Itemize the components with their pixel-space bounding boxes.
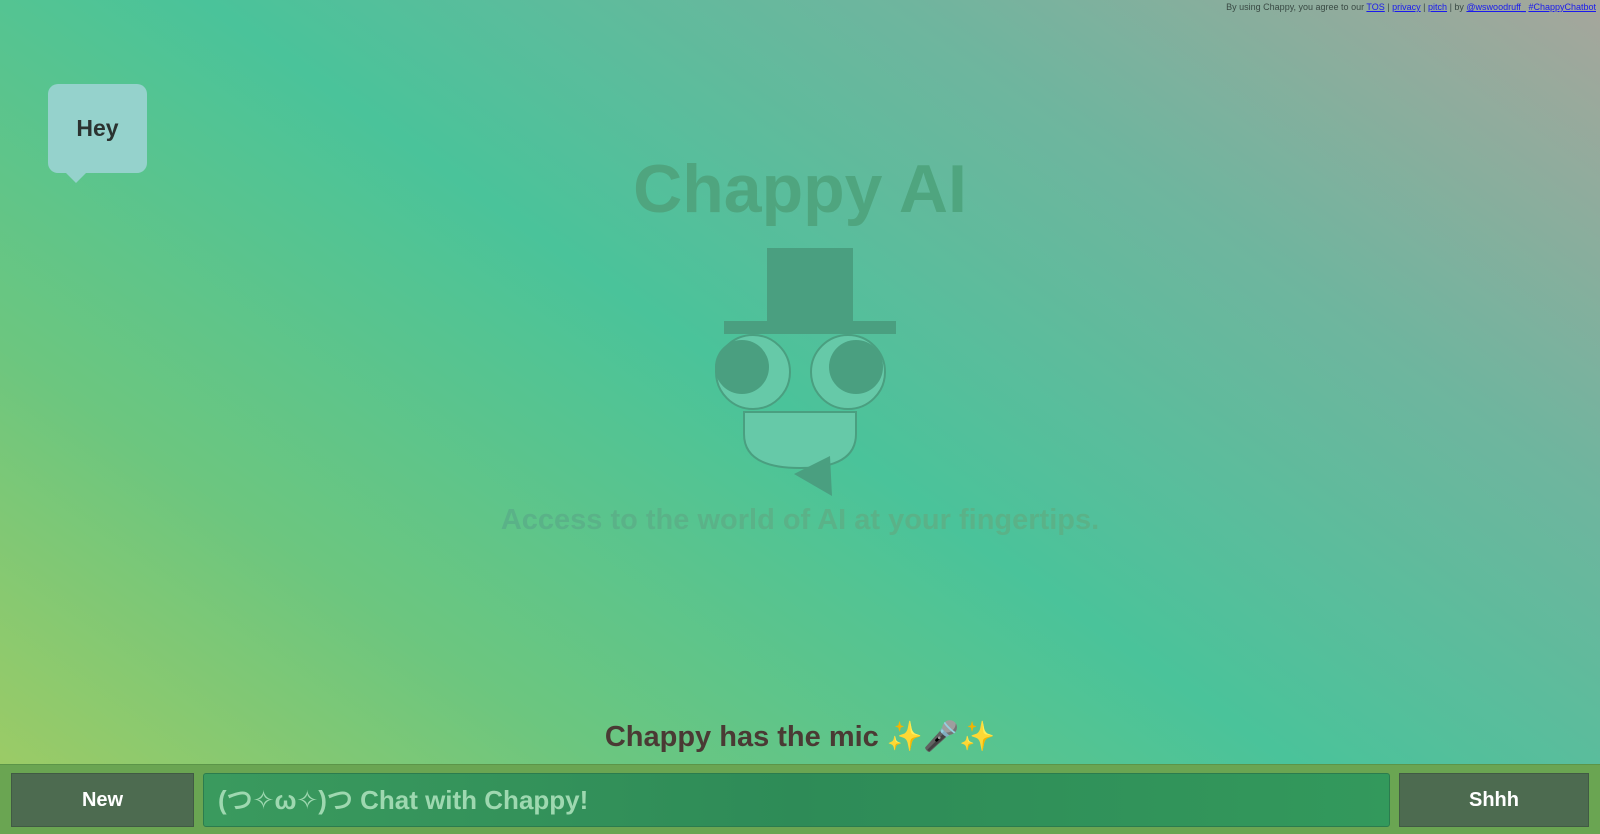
app-page: By using Chappy, you agree to our TOS | …	[0, 0, 1600, 834]
legal-separator: |	[1423, 2, 1426, 12]
top-hat-robot-logo-icon	[710, 246, 900, 496]
chat-input[interactable]	[203, 773, 1390, 827]
legal-prefix: By using Chappy, you agree to our	[1226, 2, 1365, 12]
page-title: Chappy AI	[633, 151, 967, 227]
chat-bar: New Shhh	[0, 764, 1600, 834]
legal-footer: By using Chappy, you agree to our TOS | …	[1226, 2, 1596, 12]
legal-by: | by	[1449, 2, 1464, 12]
speech-bubble-text: Hey	[76, 115, 119, 141]
author-link[interactable]: @wswoodruff_	[1466, 2, 1526, 12]
tos-link[interactable]: TOS	[1366, 2, 1384, 12]
hashtag-link[interactable]: #ChappyChatbot	[1528, 2, 1596, 12]
pitch-link[interactable]: pitch	[1428, 2, 1447, 12]
tagline: Access to the world of AI at your finger…	[500, 504, 1100, 536]
shhh-button[interactable]: Shhh	[1399, 773, 1589, 827]
privacy-link[interactable]: privacy	[1392, 2, 1421, 12]
new-chat-button[interactable]: New	[11, 773, 194, 827]
mic-status-text: Chappy has the mic ✨🎤✨	[604, 721, 996, 753]
legal-separator: |	[1387, 2, 1390, 12]
